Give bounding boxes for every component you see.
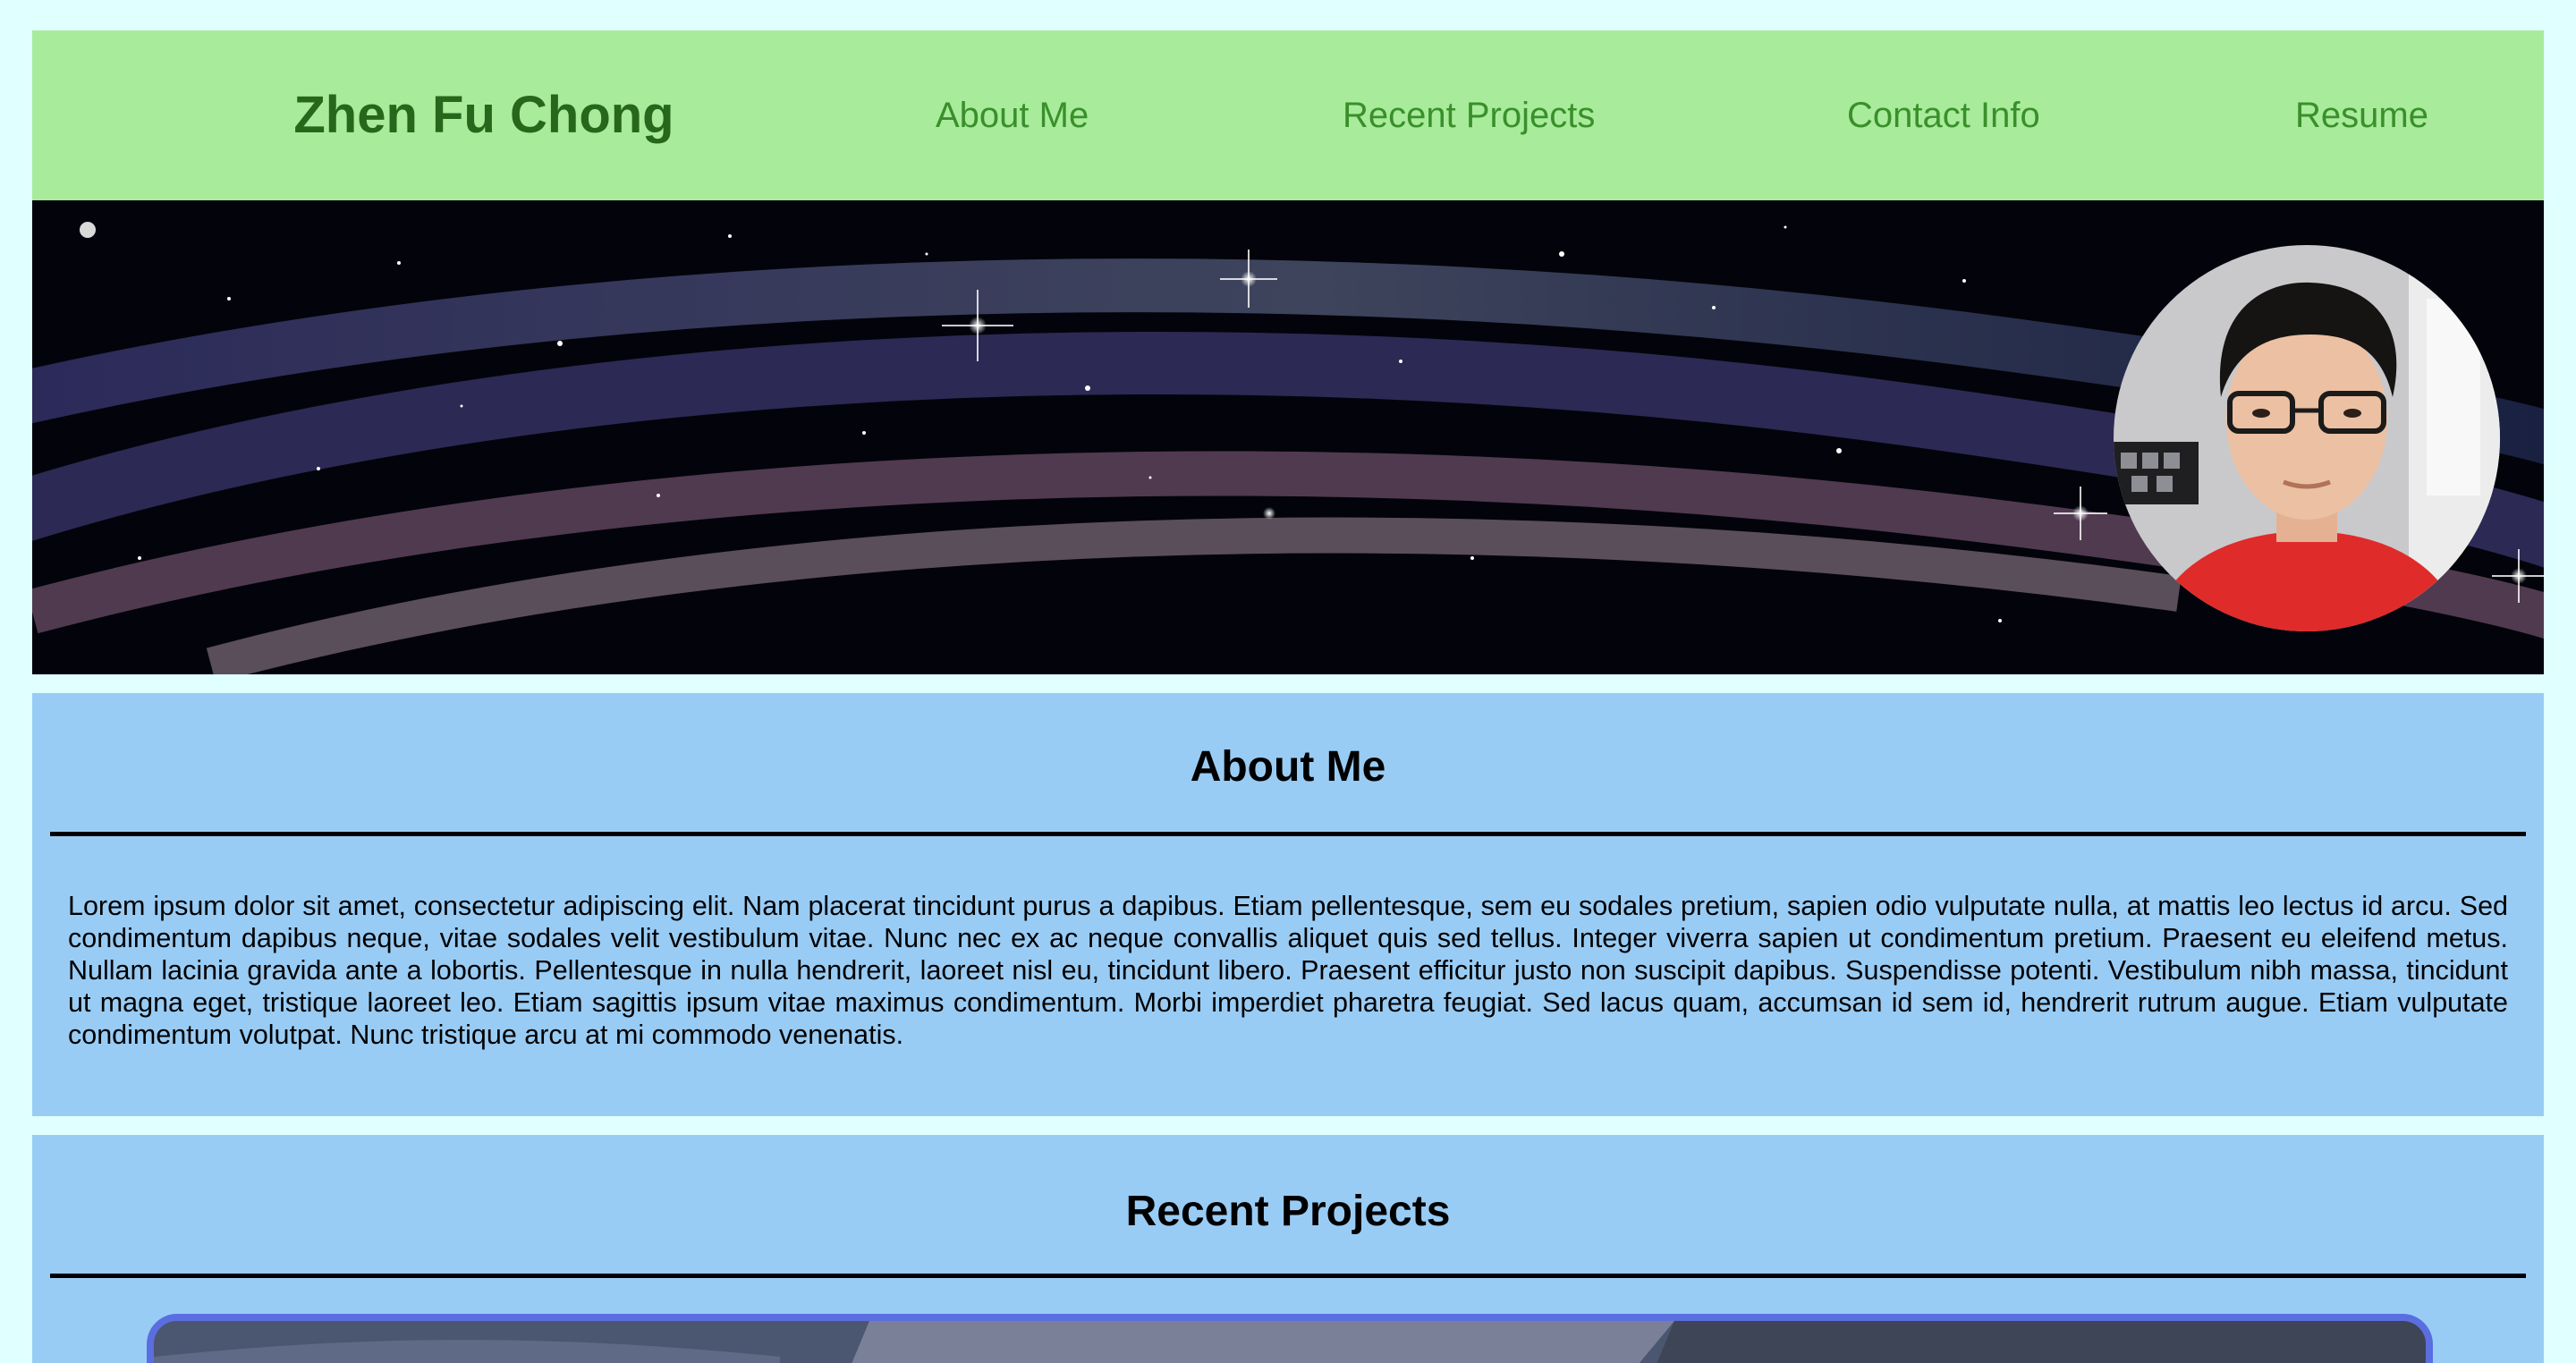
about-me-divider [50,832,2526,836]
site-header: Zhen Fu Chong About Me Recent Projects C… [32,30,2544,200]
about-me-body: Lorem ipsum dolor sit amet, consectetur … [68,891,2508,1050]
about-me-heading: About Me [1190,743,1386,791]
about-me-section: About Me Lorem ipsum dolor sit amet, con… [32,693,2544,1116]
project-card[interactable] [147,1314,2433,1363]
recent-projects-heading: Recent Projects [1125,1188,1451,1235]
profile-photo-avatar [2114,245,2500,631]
recent-projects-divider [50,1274,2526,1278]
nav-link-about-me[interactable]: About Me [936,30,1089,200]
recent-projects-section: Recent Projects [32,1135,2544,1363]
project-preview-image [154,1321,2426,1363]
nav-link-recent-projects[interactable]: Recent Projects [1343,30,1595,200]
site-title: Zhen Fu Chong [293,86,674,144]
nav-link-contact-info[interactable]: Contact Info [1847,30,2040,200]
nav-link-resume[interactable]: Resume [2295,30,2428,200]
